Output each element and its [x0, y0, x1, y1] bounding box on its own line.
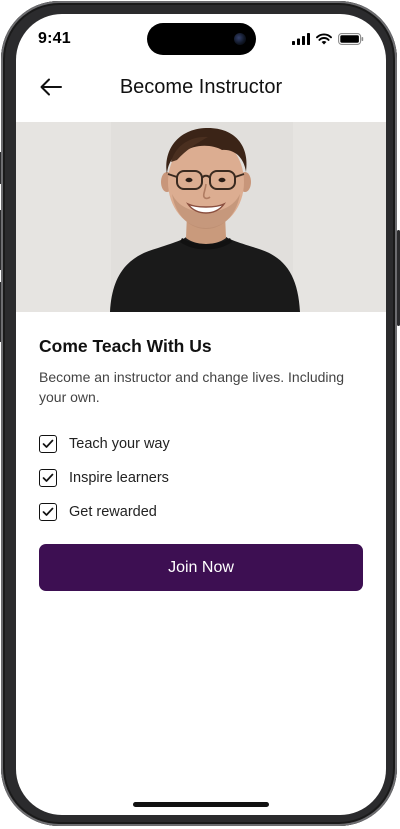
- battery-icon: [338, 32, 364, 50]
- app-header: Become Instructor: [16, 64, 386, 122]
- status-icons: [292, 32, 364, 50]
- feature-item: Teach your way: [39, 427, 365, 461]
- checkbox-checked-icon: [39, 503, 57, 521]
- feature-label: Teach your way: [69, 436, 170, 452]
- cellular-signal-icon: [292, 32, 310, 50]
- dynamic-island: [147, 23, 256, 55]
- page-title: Become Instructor: [119, 76, 283, 98]
- instructor-photo: [16, 122, 386, 312]
- front-camera-icon: [234, 33, 246, 45]
- main-content: Come Teach With Us Become an instructor …: [39, 336, 365, 529]
- checkbox-checked-icon: [39, 469, 57, 487]
- phone-frame: 9:41 Become Instructor Come Teach With U…: [1, 1, 397, 826]
- hero-image: [16, 122, 386, 312]
- status-bar: 9:41: [16, 14, 386, 64]
- checkbox-checked-icon: [39, 435, 57, 453]
- feature-label: Inspire learners: [69, 470, 169, 486]
- home-indicator[interactable]: [133, 802, 269, 807]
- join-now-button[interactable]: Join Now: [39, 544, 363, 591]
- feature-item: Get rewarded: [39, 495, 365, 529]
- status-time: 9:41: [38, 30, 71, 47]
- feature-list: Teach your way Inspire learners Get rewa…: [39, 427, 365, 529]
- section-subtitle: Become an instructor and change lives. I…: [39, 369, 345, 405]
- wifi-icon: [316, 32, 332, 50]
- screen: 9:41 Become Instructor Come Teach With U…: [16, 14, 386, 815]
- feature-item: Inspire learners: [39, 461, 365, 495]
- feature-label: Get rewarded: [69, 504, 157, 520]
- section-title: Come Teach With Us: [39, 336, 212, 356]
